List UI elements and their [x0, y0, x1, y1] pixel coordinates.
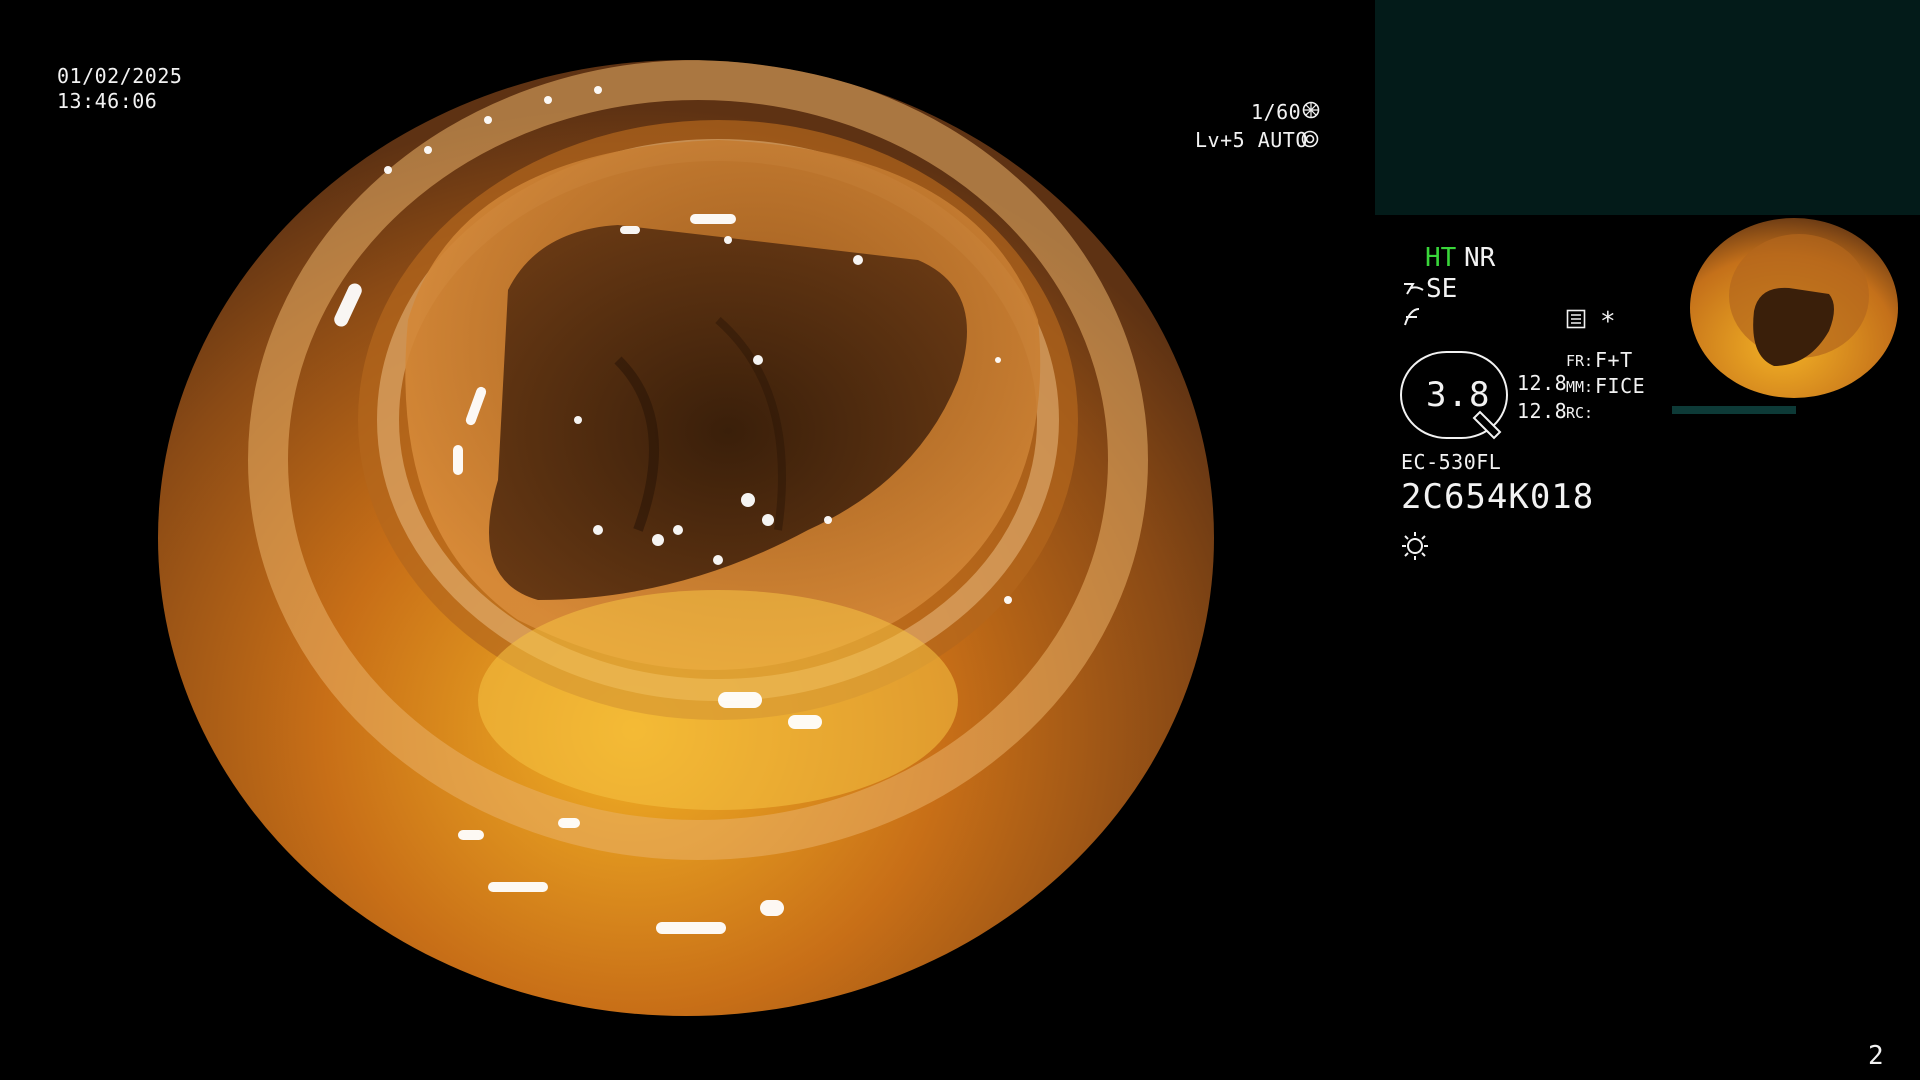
exposure-level: Lv+5 AUTO: [1195, 128, 1308, 152]
shutter-icon: [1302, 101, 1320, 119]
thumbnail-preview: [1669, 216, 1920, 416]
curve-icon: [1402, 305, 1422, 329]
ht-mode-label: HT: [1425, 243, 1457, 273]
light-icon: [1400, 530, 1430, 560]
fr-label: FR:: [1566, 352, 1594, 370]
scope-serial: 2C654K018: [1401, 477, 1595, 517]
page-number: 2: [1868, 1041, 1884, 1071]
zoom-lever-icon: [1470, 410, 1504, 444]
nr-mode-label: NR: [1464, 243, 1496, 273]
rc-label: RC:: [1566, 404, 1594, 422]
sub-screen-panel: [1375, 0, 1920, 215]
shutter-speed: 1/60: [1251, 100, 1302, 124]
record-icon: [1566, 309, 1586, 329]
enhance-icon: [1401, 276, 1425, 300]
zoom-readout-top: 12.8: [1517, 371, 1568, 395]
date-label: 01/02/2025: [57, 64, 183, 88]
zoom-readout-bottom: 12.8: [1517, 399, 1568, 423]
endoscopic-image: [158, 60, 1215, 1017]
thumbnail-progress-bar: [1672, 406, 1796, 414]
zoom-value: 3.8: [1426, 375, 1491, 415]
iris-icon: [1301, 130, 1319, 148]
mm-label: MM:: [1566, 378, 1594, 396]
mm-value: FICE: [1595, 374, 1646, 398]
se-mode-label: SE: [1426, 274, 1458, 304]
colon-mucosa: [158, 60, 1214, 1016]
time-label: 13:46:06: [57, 89, 158, 113]
asterisk-label: *: [1600, 307, 1616, 337]
scope-model: EC-530FL: [1401, 450, 1502, 474]
fr-value: F+T: [1595, 348, 1633, 372]
